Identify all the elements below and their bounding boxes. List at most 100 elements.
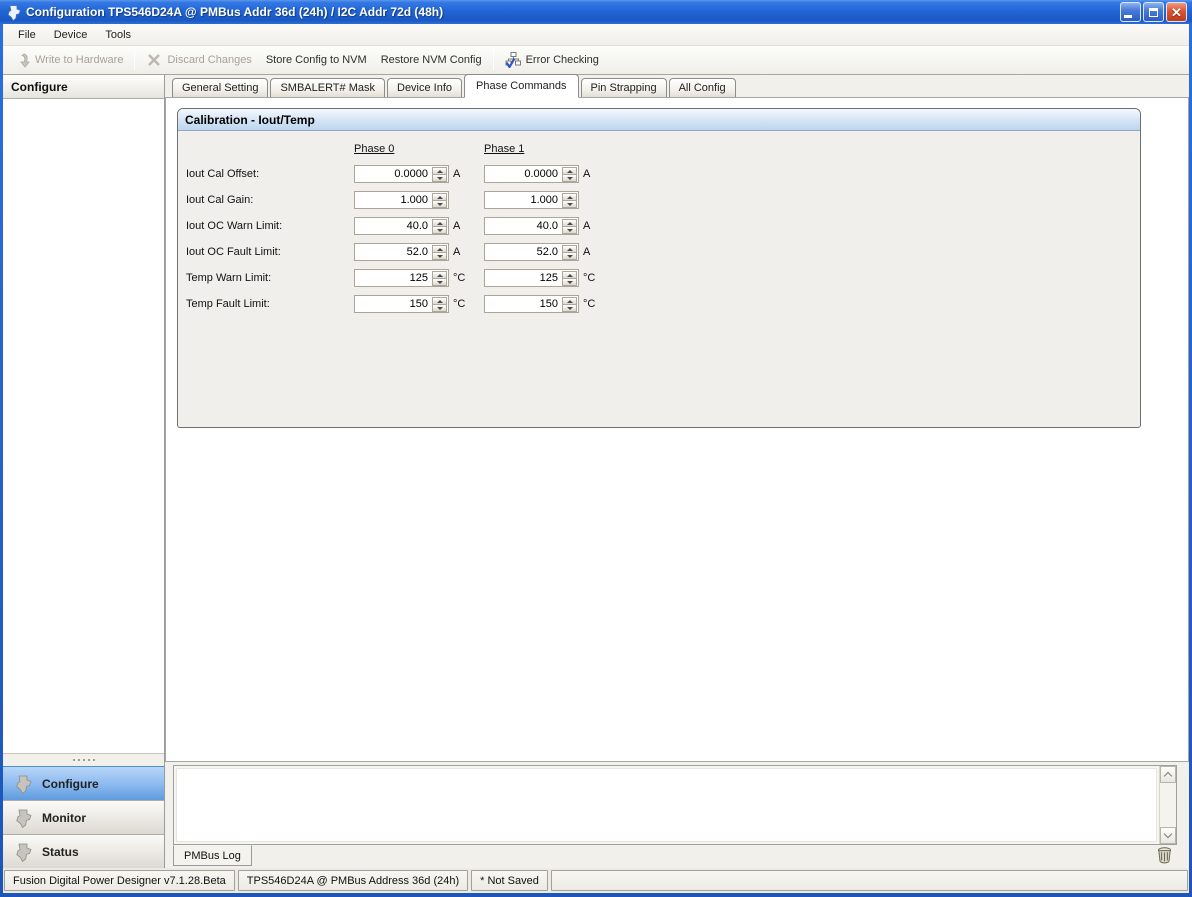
close-button[interactable]: ✕ xyxy=(1166,2,1187,22)
spin-down-button[interactable] xyxy=(432,174,447,182)
down-arrow-icon xyxy=(567,281,573,284)
menu-device[interactable]: Device xyxy=(45,26,97,44)
menu-file[interactable]: File xyxy=(9,26,45,44)
unit-label: A xyxy=(583,220,590,232)
unit-label: A xyxy=(453,168,460,180)
error-checking-label: Error Checking xyxy=(526,54,599,66)
spinner xyxy=(562,245,577,259)
maximize-button[interactable] xyxy=(1143,2,1164,22)
iout-cal-offset-phase0-field[interactable] xyxy=(354,165,449,183)
ti-logo-icon xyxy=(13,774,33,794)
spinner xyxy=(432,167,447,181)
down-arrow-icon xyxy=(437,281,443,284)
discard-changes-button[interactable]: Discard Changes xyxy=(139,48,258,72)
tab-general-setting[interactable]: General Setting xyxy=(172,78,268,97)
iout-cal-gain-phase0-field[interactable] xyxy=(354,191,449,209)
nav-configure-button[interactable]: Configure xyxy=(3,766,164,800)
chevron-down-icon xyxy=(1164,830,1172,838)
nav-monitor-label: Monitor xyxy=(42,811,86,825)
tab-smbalert-mask[interactable]: SMBALERT# Mask xyxy=(270,78,385,97)
spinner xyxy=(432,193,447,207)
toolbar-separator xyxy=(493,50,494,70)
down-arrow-icon xyxy=(437,307,443,310)
iout-oc-warn-phase1-field[interactable] xyxy=(484,217,579,235)
up-arrow-icon xyxy=(567,196,573,199)
row-label: Iout Cal Offset: xyxy=(186,168,354,180)
temp-fault-phase0-field[interactable] xyxy=(354,295,449,313)
phase-column-headers: Phase 0 Phase 1 xyxy=(178,143,1140,155)
menu-bar: File Device Tools xyxy=(3,24,1189,46)
error-checking-button[interactable]: Error Checking xyxy=(498,48,606,72)
spinner xyxy=(562,297,577,311)
sidebar: Configure Configure Monitor Status xyxy=(3,75,165,868)
iout-oc-warn-phase0-field[interactable] xyxy=(354,217,449,235)
write-to-hardware-button[interactable]: Write to Hardware xyxy=(7,48,130,72)
down-arrow-icon xyxy=(437,203,443,206)
spin-down-button[interactable] xyxy=(432,304,447,312)
row-temp-fault-limit: Temp Fault Limit: °C xyxy=(178,291,1140,317)
discard-changes-label: Discard Changes xyxy=(167,54,251,66)
row-iout-oc-warn-limit: Iout OC Warn Limit: A xyxy=(178,213,1140,239)
up-arrow-icon xyxy=(567,222,573,225)
status-save-state: * Not Saved xyxy=(471,870,548,891)
iout-cal-gain-phase1-field[interactable] xyxy=(484,191,579,209)
spin-down-button[interactable] xyxy=(562,304,577,312)
restore-nvm-config-button[interactable]: Restore NVM Config xyxy=(374,48,489,72)
tab-phase-commands[interactable]: Phase Commands xyxy=(464,74,579,98)
spin-down-button[interactable] xyxy=(562,278,577,286)
spin-down-button[interactable] xyxy=(432,252,447,260)
up-arrow-icon xyxy=(567,170,573,173)
nav-configure-label: Configure xyxy=(42,777,99,791)
iout-oc-fault-phase1-field[interactable] xyxy=(484,243,579,261)
spin-down-button[interactable] xyxy=(432,200,447,208)
up-arrow-icon xyxy=(567,300,573,303)
minimize-button[interactable] xyxy=(1120,2,1141,22)
menu-tools[interactable]: Tools xyxy=(96,26,140,44)
up-arrow-icon xyxy=(437,196,443,199)
clear-log-trash-icon[interactable] xyxy=(1156,847,1173,864)
down-arrow-icon xyxy=(567,177,573,180)
unit-label: °C xyxy=(453,298,465,310)
down-arrow-icon xyxy=(437,255,443,258)
up-arrow-icon xyxy=(567,248,573,251)
scroll-down-button[interactable] xyxy=(1160,827,1176,844)
nav-status-button[interactable]: Status xyxy=(3,834,164,868)
tab-all-config[interactable]: All Config xyxy=(669,78,736,97)
spin-down-button[interactable] xyxy=(562,226,577,234)
iout-cal-offset-phase1-field[interactable] xyxy=(484,165,579,183)
sidebar-splitter-handle[interactable] xyxy=(3,754,164,766)
pmbus-log-panel xyxy=(173,765,1177,845)
up-arrow-icon xyxy=(567,274,573,277)
tab-pmbus-log[interactable]: PMBus Log xyxy=(173,845,252,866)
up-arrow-icon xyxy=(437,222,443,225)
tab-device-info[interactable]: Device Info xyxy=(387,78,462,97)
spin-down-button[interactable] xyxy=(432,278,447,286)
iout-oc-fault-phase0-field[interactable] xyxy=(354,243,449,261)
temp-fault-phase1-field[interactable] xyxy=(484,295,579,313)
unit-label: °C xyxy=(583,272,595,284)
down-arrow-icon xyxy=(437,177,443,180)
down-arrow-icon xyxy=(567,307,573,310)
store-config-label: Store Config to NVM xyxy=(266,54,367,66)
spin-down-button[interactable] xyxy=(562,174,577,182)
spin-down-button[interactable] xyxy=(562,252,577,260)
error-checking-icon xyxy=(505,52,521,68)
phase0-column-header: Phase 0 xyxy=(354,143,484,155)
pmbus-log-content[interactable] xyxy=(176,768,1157,842)
configure-tree[interactable] xyxy=(3,99,164,754)
spin-down-button[interactable] xyxy=(562,200,577,208)
scroll-up-button[interactable] xyxy=(1160,766,1176,783)
spin-down-button[interactable] xyxy=(432,226,447,234)
row-iout-cal-gain: Iout Cal Gain: xyxy=(178,187,1140,213)
up-arrow-icon xyxy=(437,170,443,173)
log-scrollbar[interactable] xyxy=(1159,766,1176,844)
store-config-to-nvm-button[interactable]: Store Config to NVM xyxy=(259,48,374,72)
temp-warn-phase1-field[interactable] xyxy=(484,269,579,287)
unit-label: °C xyxy=(453,272,465,284)
spinner xyxy=(432,271,447,285)
tab-pin-strapping[interactable]: Pin Strapping xyxy=(581,78,667,97)
app-window: Configuration TPS546D24A @ PMBus Addr 36… xyxy=(0,0,1192,897)
nav-monitor-button[interactable]: Monitor xyxy=(3,800,164,834)
temp-warn-phase0-field[interactable] xyxy=(354,269,449,287)
write-arrow-icon xyxy=(14,52,30,68)
